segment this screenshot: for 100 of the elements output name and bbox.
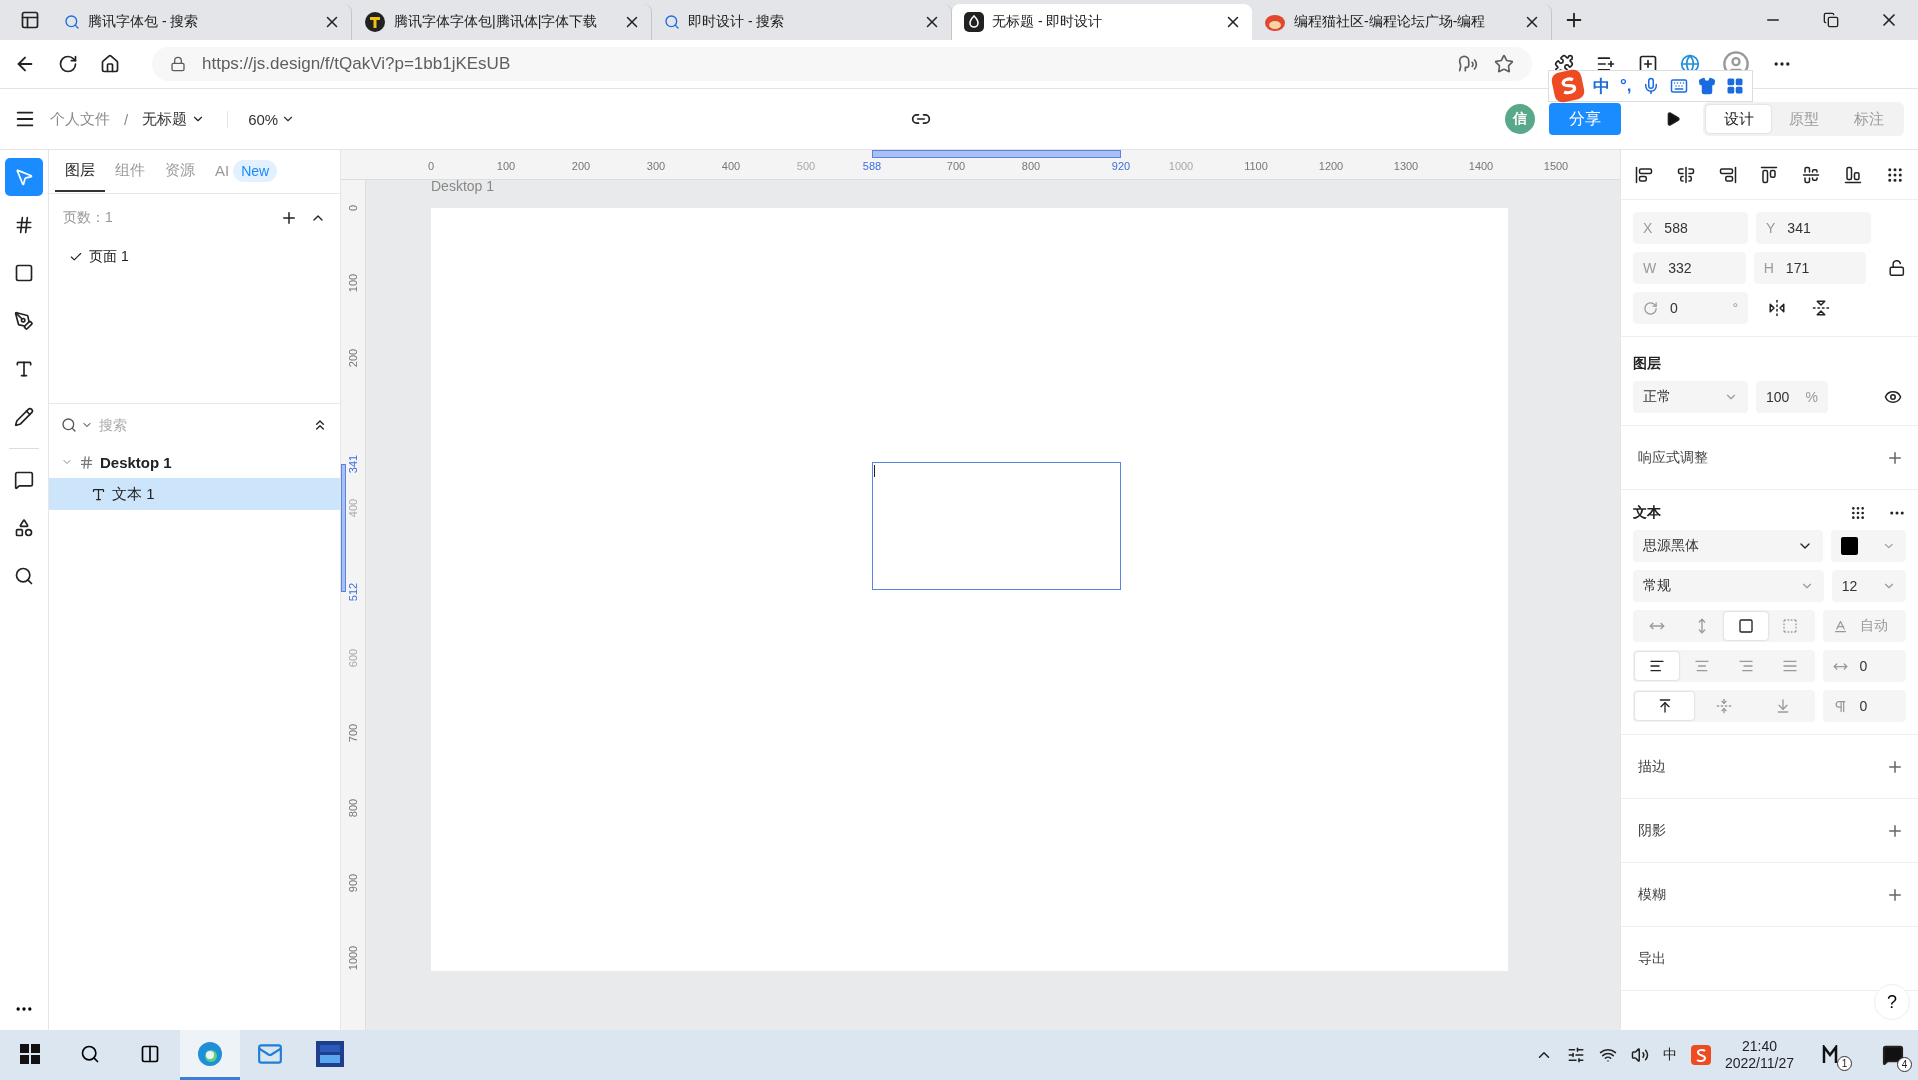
ruler-label: 500 <box>796 160 816 172</box>
page-count: 页数：1 <box>63 209 114 227</box>
input-method-indicator[interactable]: 中 <box>1662 1046 1677 1064</box>
dots-icon[interactable] <box>1850 505 1866 521</box>
blend-mode-dropdown[interactable]: 正常 <box>1633 381 1748 413</box>
reload-icon[interactable] <box>58 54 78 74</box>
geometry-field[interactable]: Y 341 <box>1756 212 1871 244</box>
text-caret <box>874 465 875 477</box>
rotation-field[interactable]: 0 ° <box>1633 292 1748 324</box>
sliders-icon[interactable] <box>1566 1046 1585 1064</box>
align-bottom-icon[interactable] <box>1844 165 1863 184</box>
panel-tab[interactable]: 图层 <box>55 151 105 192</box>
network-icon[interactable] <box>1598 1046 1617 1064</box>
keyboard-icon[interactable] <box>1669 77 1688 95</box>
time: 21:40 <box>1741 1037 1777 1055</box>
ruler-label: 400 <box>347 498 359 518</box>
mode-tab[interactable]: 设计 <box>1706 105 1771 133</box>
field-value: 自动 <box>1859 617 1888 635</box>
search-icon <box>664 14 680 30</box>
align-top-icon[interactable] <box>1760 165 1779 184</box>
ruler-label: 1000 <box>1168 160 1194 172</box>
ruler-label: 588 <box>862 160 882 172</box>
geometry-field[interactable]: W 332 <box>1633 252 1746 284</box>
layer-row[interactable]: Desktop 1 <box>49 446 340 478</box>
layer-search-field[interactable]: 搜索 <box>97 416 308 434</box>
vertical-align-button[interactable] <box>1635 692 1695 720</box>
font-size-dropdown[interactable]: 12 <box>1831 570 1906 602</box>
paragraph-spacing-icon <box>1832 698 1848 714</box>
play-icon[interactable] <box>1665 111 1681 127</box>
section-title: 文本 <box>1633 504 1662 522</box>
file-name[interactable]: 无标题 <box>142 109 188 129</box>
search-icon[interactable] <box>61 417 77 433</box>
punctuation-mode-label[interactable]: °, <box>1620 76 1632 96</box>
add-page-icon[interactable] <box>280 209 298 227</box>
geometry-field[interactable]: X 588 <box>1633 212 1748 244</box>
layer-row[interactable]: 文本 1 <box>49 478 340 510</box>
flip-vertical-icon[interactable] <box>1812 299 1830 317</box>
field-label: Y <box>1766 220 1776 236</box>
pencil-icon <box>14 407 34 427</box>
opacity-field[interactable]: 100 % <box>1756 381 1828 413</box>
letter-spacing-field[interactable]: 0 <box>1822 650 1906 682</box>
home-icon[interactable] <box>100 54 120 74</box>
ruler-label: 341 <box>347 454 359 473</box>
section-title: 模糊 <box>1638 885 1667 904</box>
field-label: X <box>1643 220 1653 236</box>
visibility-icon[interactable] <box>1884 388 1902 406</box>
text-box-selection[interactable] <box>872 462 1121 590</box>
geometry-field[interactable]: H 171 <box>1753 252 1867 284</box>
tab-title: 腾讯字体包 - 搜索 <box>88 13 200 31</box>
text-sizing-button[interactable] <box>1723 612 1769 640</box>
align-horizontal-center-icon[interactable] <box>1676 165 1695 184</box>
input-mode-label[interactable]: 中 <box>1593 74 1610 98</box>
tab-actions-icon[interactable] <box>20 10 40 30</box>
clock[interactable]: 21:40 2022/11/27 <box>1724 1037 1794 1073</box>
text-color-picker[interactable] <box>1831 530 1906 562</box>
browser-tab[interactable]: 无标题 - 即时设计 <box>952 4 1252 40</box>
ruler-label: 700 <box>347 723 359 743</box>
address-field[interactable]: https://js.design/f/tQakVi?p=1bb1jKEsUB <box>152 47 1532 81</box>
grid-icon[interactable] <box>1725 77 1744 95</box>
page-item[interactable]: 页面 1 <box>49 242 340 272</box>
paragraph-spacing-field[interactable]: 0 <box>1822 690 1906 722</box>
breadcrumb-link[interactable]: 个人文件 <box>50 109 110 129</box>
align-left-icon[interactable] <box>1635 165 1653 184</box>
ruler-label: 1500 <box>1543 160 1569 172</box>
unlock-icon[interactable] <box>1888 259 1906 277</box>
text-align-button[interactable] <box>1635 652 1680 680</box>
date: 2022/11/27 <box>1724 1055 1794 1073</box>
tab-title: 编程猫社区-编程论坛广场-编程 <box>1294 13 1487 31</box>
task-view-icon <box>140 1043 160 1064</box>
ruler-label: 100 <box>496 160 516 172</box>
lock-icon <box>170 56 186 72</box>
tab-title: 腾讯字体字体包|腾讯体|字体下载 <box>394 13 599 31</box>
restore-icon[interactable] <box>1823 12 1839 28</box>
read-aloud-icon[interactable] <box>1458 54 1478 74</box>
input-method-s-logo-icon[interactable] <box>1690 1045 1711 1065</box>
shirt-icon[interactable] <box>1697 77 1716 95</box>
volume-icon[interactable] <box>1630 1046 1649 1064</box>
rotate-icon <box>1643 300 1658 316</box>
tab-title: 即时设计 - 搜索 <box>688 13 786 31</box>
font-family-dropdown[interactable]: 思源黑体 <box>1633 530 1823 562</box>
search-icon <box>64 14 80 30</box>
align-right-icon <box>1737 658 1754 674</box>
field-value: 0 <box>1670 300 1679 316</box>
section-title: 图层 <box>1633 355 1662 373</box>
favorite-icon[interactable] <box>1494 54 1514 74</box>
section-title: 导出 <box>1638 949 1667 968</box>
percent-unit: % <box>1805 389 1818 405</box>
notifications-icon[interactable] <box>1882 1044 1904 1066</box>
align-right-icon[interactable] <box>1718 165 1737 184</box>
distribute-icon[interactable] <box>1885 165 1904 184</box>
truncate-icon <box>1782 618 1799 634</box>
field-value: 341 <box>1787 220 1812 236</box>
help-button[interactable]: ? <box>1874 984 1910 1020</box>
zoom-dropdown[interactable]: 60% <box>227 110 296 128</box>
flip-horizontal-icon[interactable] <box>1768 299 1786 317</box>
font-weight-dropdown[interactable]: 常规 <box>1633 570 1824 602</box>
check-icon <box>69 250 83 264</box>
align-justify-icon <box>1782 658 1799 674</box>
align-vertical-center-icon[interactable] <box>1802 165 1821 184</box>
ruler-label: 300 <box>646 160 666 172</box>
